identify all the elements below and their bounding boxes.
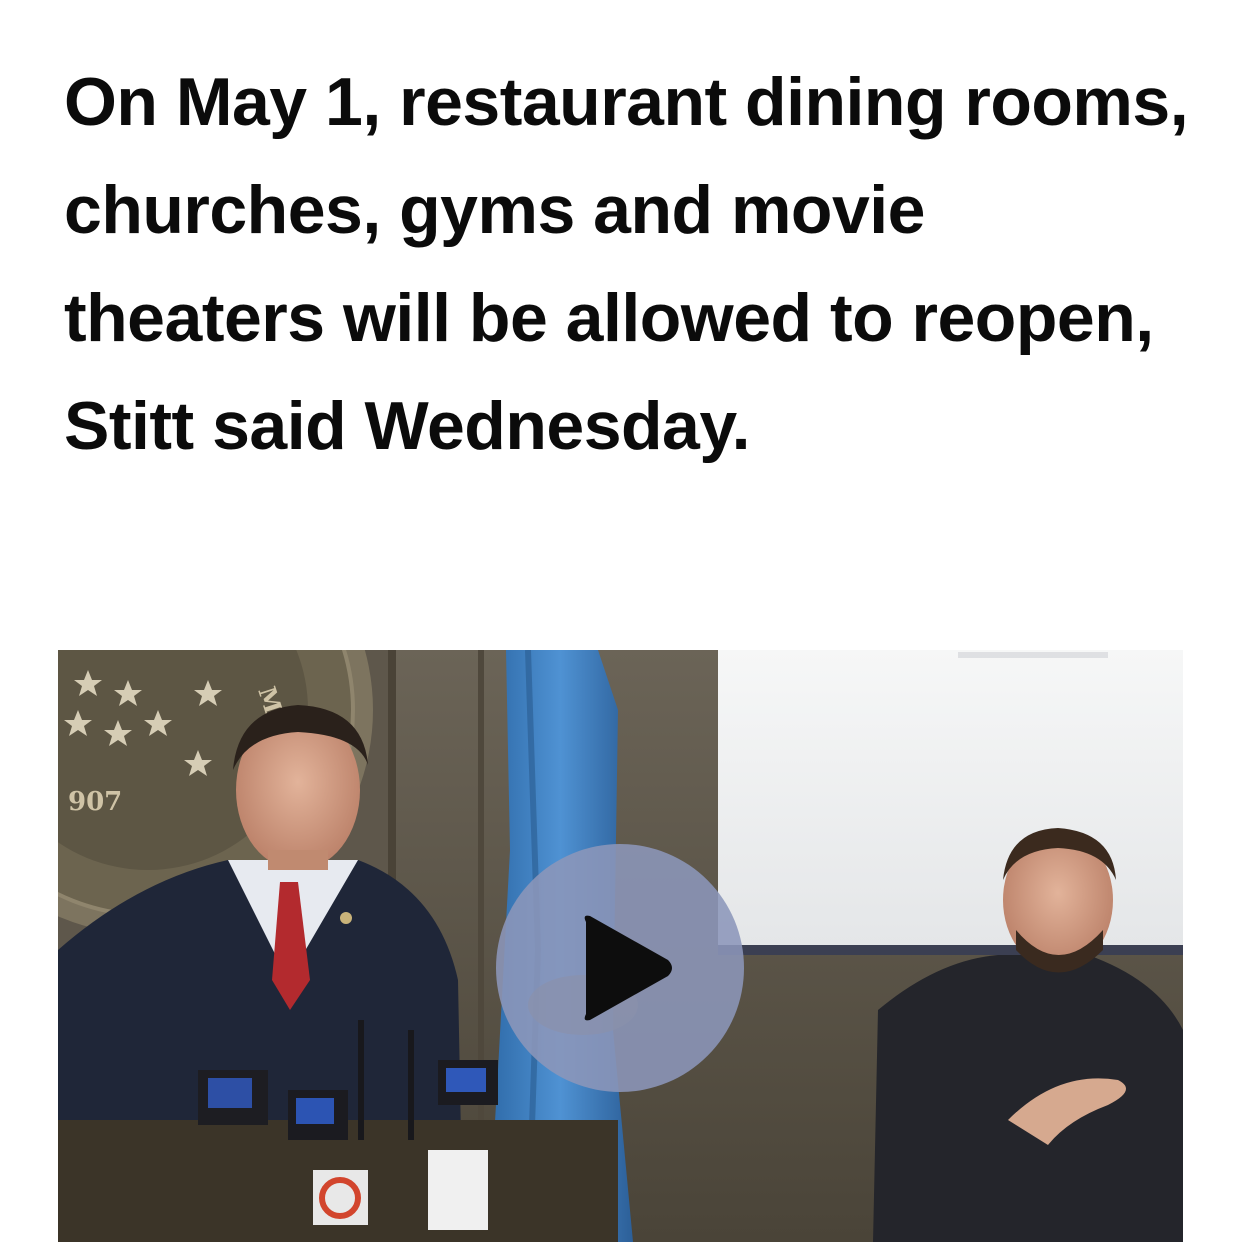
play-icon	[584, 915, 672, 1021]
play-button[interactable]	[496, 844, 744, 1092]
video-player[interactable]: 907 MA	[58, 650, 1183, 1242]
article-headline: On May 1, restaurant dining rooms, churc…	[64, 64, 1189, 464]
seal-year-text: 907	[68, 787, 122, 817]
